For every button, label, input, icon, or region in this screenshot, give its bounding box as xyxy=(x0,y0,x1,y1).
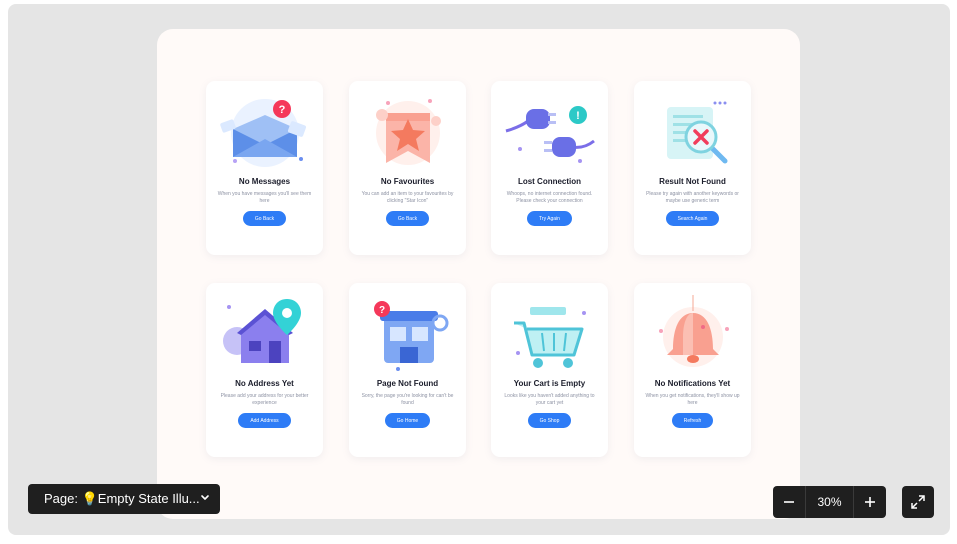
unplugged-icon: ! xyxy=(505,106,595,163)
card-description: Please try again with another keywords o… xyxy=(646,191,739,204)
go-shop-button[interactable]: Go Shop xyxy=(527,413,572,428)
empty-state-card: Your Cart is Empty Looks like you haven'… xyxy=(491,283,608,457)
chevron-down-icon xyxy=(201,495,209,500)
empty-state-card: Result Not Found Please try again with a… xyxy=(634,81,751,255)
empty-state-card: ! Lost Connection Whoops, no internet co… xyxy=(491,81,608,255)
card-description: When you get notifications, they'll show… xyxy=(645,393,740,406)
expand-icon xyxy=(911,495,925,509)
card-description: When you have messages you'll see them h… xyxy=(217,191,312,204)
card-title: Lost Connection xyxy=(517,177,582,186)
zoom-control: 30% xyxy=(773,486,886,518)
try-again-button[interactable]: Try Again xyxy=(527,211,572,226)
envelope-question-icon: ? xyxy=(219,99,306,167)
svg-text:?: ? xyxy=(378,305,384,316)
go-back-button[interactable]: Go Back xyxy=(385,211,430,226)
card-description: Please add your address for your better … xyxy=(220,393,309,406)
empty-state-card: No Notifications Yet When you get notifi… xyxy=(634,283,751,457)
empty-state-card: No Address Yet Please add your address f… xyxy=(206,283,323,457)
zoom-in-button[interactable] xyxy=(854,486,886,518)
refresh-button[interactable]: Refresh xyxy=(671,413,714,428)
house-pin-icon xyxy=(222,299,301,363)
card-description: Whoops, no internet connection found. Pl… xyxy=(506,191,593,204)
card-title: No Favourites xyxy=(380,177,435,186)
page-selector[interactable]: Page: 💡Empty State Illu... xyxy=(28,484,220,514)
svg-text:!: ! xyxy=(576,110,580,122)
artboard[interactable]: ? No Messages When you have messages you… xyxy=(157,29,800,519)
empty-state-card: ? No Messages When you have messages you… xyxy=(206,81,323,255)
empty-state-card: No Favourites You can add an item to you… xyxy=(349,81,466,255)
card-title: No Notifications Yet xyxy=(654,379,731,388)
card-title: Page Not Found xyxy=(376,379,439,388)
card-description: You can add an item to your favourites b… xyxy=(361,191,454,204)
magnifier-x-icon xyxy=(666,101,727,164)
card-title: Your Cart is Empty xyxy=(513,379,586,388)
star-ribbon-icon xyxy=(375,99,441,165)
empty-state-card: ? Page Not Found Sorry, the page you're … xyxy=(349,283,466,457)
bell-icon xyxy=(658,295,729,367)
zoom-level[interactable]: 30% xyxy=(805,486,854,518)
svg-text:?: ? xyxy=(278,104,285,116)
card-title: Result Not Found xyxy=(659,177,726,186)
zoom-out-button[interactable] xyxy=(773,486,805,518)
shopping-cart-icon xyxy=(513,307,586,368)
plus-icon xyxy=(865,497,875,507)
search-again-button[interactable]: Search Again xyxy=(665,211,720,226)
page-selector-label: Page: 💡Empty State Illu... xyxy=(44,491,200,506)
card-description: Sorry, the page you're looking for can't… xyxy=(361,393,454,406)
go-home-button[interactable]: Go Home xyxy=(384,413,431,428)
minus-icon xyxy=(784,501,794,503)
canvas-viewport[interactable]: ? No Messages When you have messages you… xyxy=(8,4,950,535)
fullscreen-button[interactable] xyxy=(902,486,934,518)
card-title: No Messages xyxy=(238,177,291,186)
card-title: No Address Yet xyxy=(235,379,294,388)
card-description: Looks like you haven't added anything to… xyxy=(504,393,595,406)
go-back-button[interactable]: Go Back xyxy=(242,211,287,226)
add-address-button[interactable]: Add Address xyxy=(238,413,291,428)
store-question-icon: ? xyxy=(373,301,448,371)
